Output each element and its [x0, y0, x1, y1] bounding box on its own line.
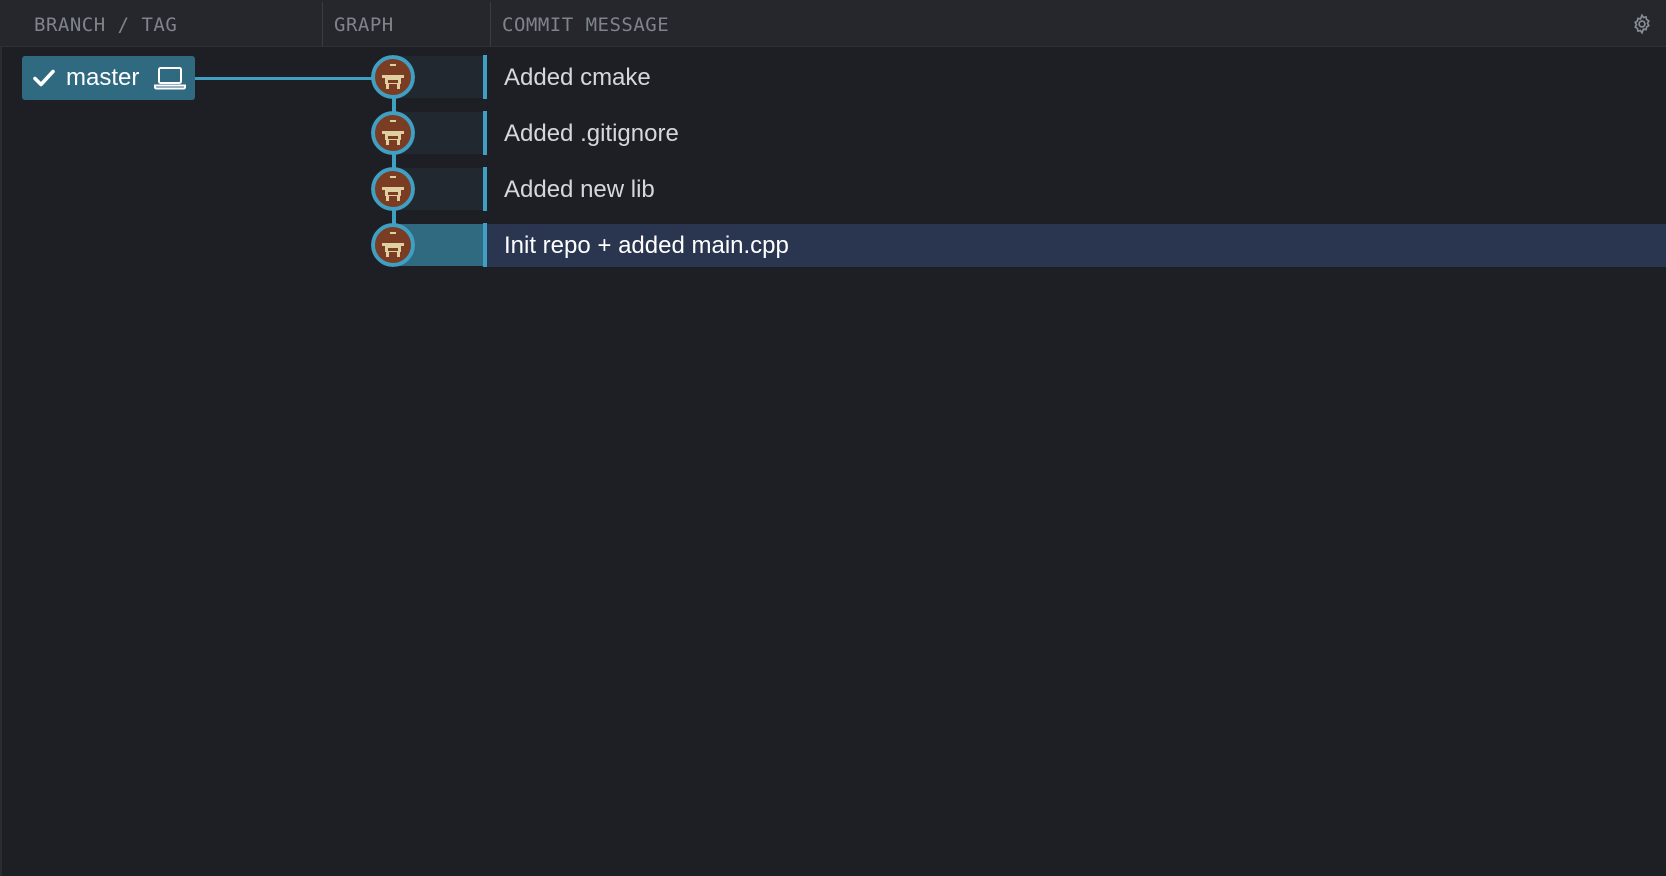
column-divider[interactable] [490, 2, 491, 46]
branch-tag-column-header[interactable]: BRANCH / TAG [34, 0, 177, 46]
row-marker-bar [483, 167, 487, 211]
pixel-avatar-icon[interactable] [371, 223, 415, 267]
graph-column-header[interactable]: GRAPH [334, 0, 394, 46]
branch-label-master[interactable]: master [22, 56, 195, 100]
branch-name: master [66, 64, 140, 91]
row-marker-bar [483, 111, 487, 155]
pixel-avatar-icon[interactable] [371, 111, 415, 155]
pixel-avatar-icon[interactable] [371, 55, 415, 99]
check-icon [33, 69, 55, 87]
left-edge [0, 46, 2, 876]
commit-graph-panel: BRANCH / TAG GRAPH COMMIT MESSAGE master [0, 0, 1666, 876]
branch-connector-line [195, 77, 373, 80]
row-marker-bar [483, 223, 487, 267]
pixel-avatar-icon[interactable] [371, 167, 415, 211]
settings-button[interactable] [1630, 12, 1654, 36]
laptop-icon [154, 67, 186, 90]
gear-icon [1634, 13, 1650, 35]
commit-message[interactable]: Added .gitignore [504, 112, 679, 156]
commit-message-column-header[interactable]: COMMIT MESSAGE [502, 0, 669, 46]
column-header-bar: BRANCH / TAG GRAPH COMMIT MESSAGE [0, 0, 1666, 47]
row-marker-bar [483, 55, 487, 99]
commit-message-selected[interactable]: Init repo + added main.cpp [504, 224, 789, 268]
commit-message[interactable]: Added new lib [504, 168, 655, 212]
column-divider[interactable] [322, 2, 323, 46]
commit-message[interactable]: Added cmake [504, 56, 651, 100]
